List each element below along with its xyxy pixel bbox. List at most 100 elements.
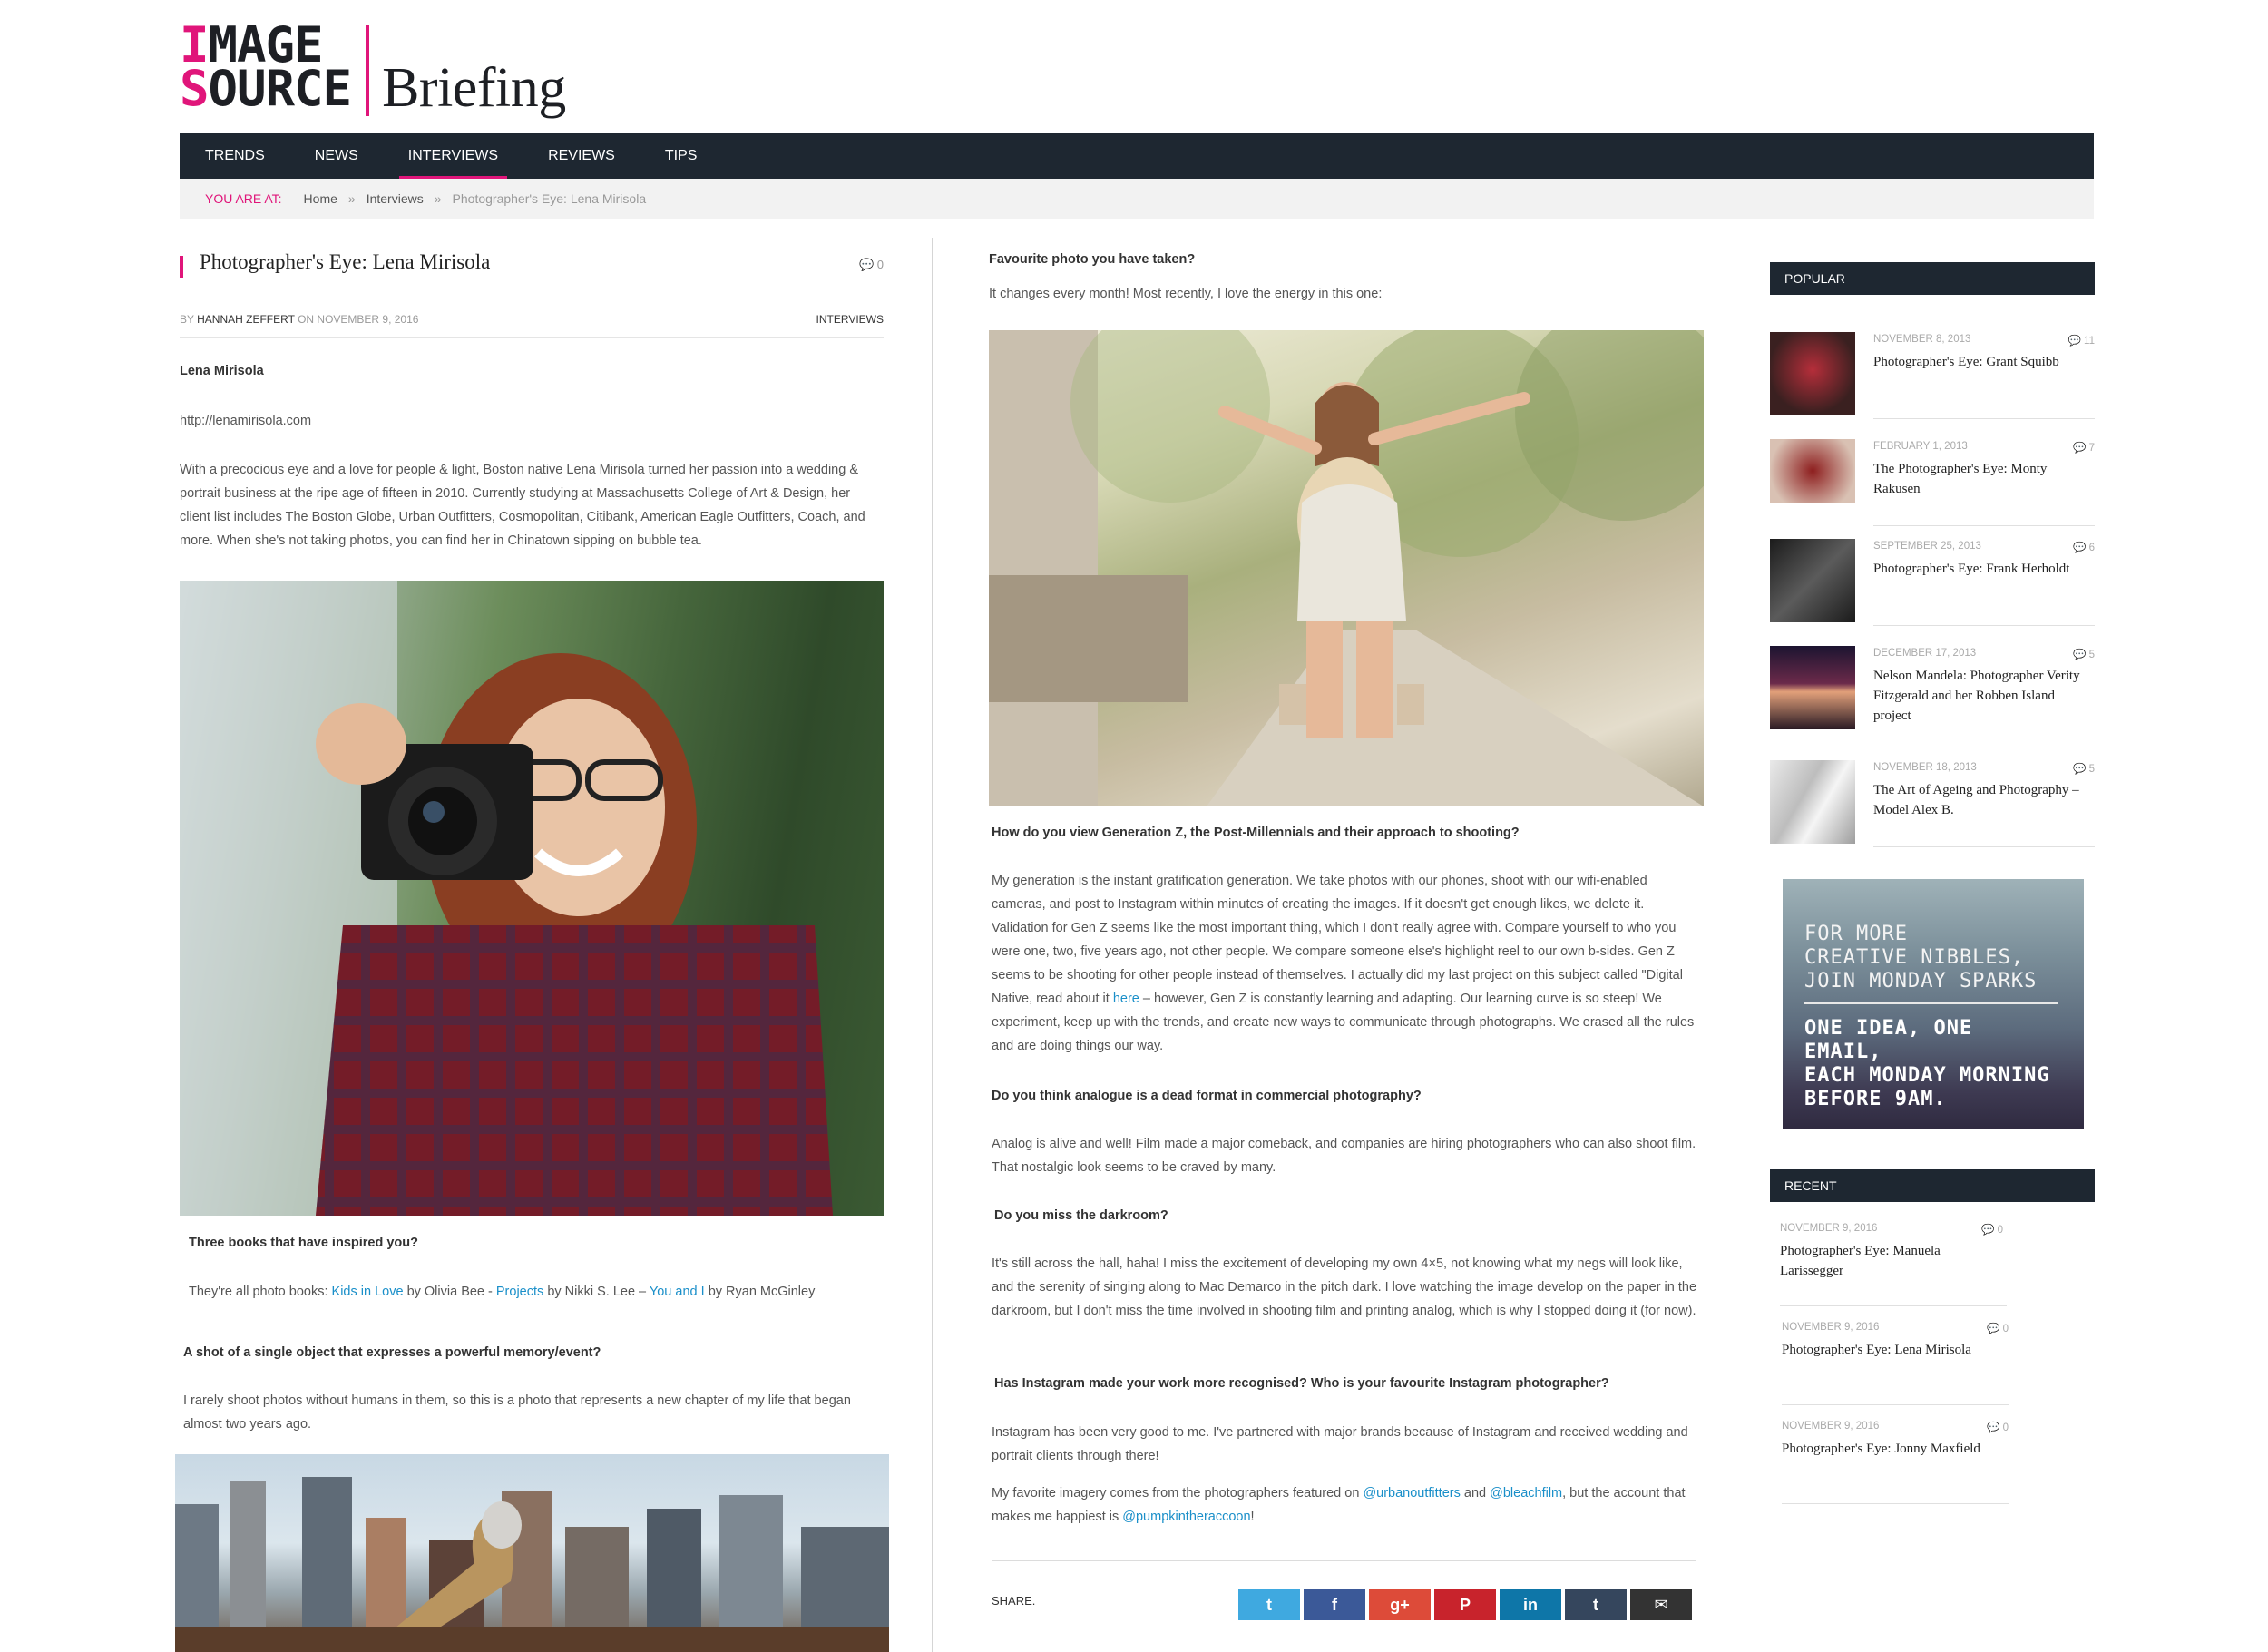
recent-item[interactable]: NOVEMBER 9, 2016 💬 0 Photographer's Eye:… (1782, 1322, 2009, 1413)
popular-item[interactable]: NOVEMBER 8, 2013 💬 11 Photographer's Eye… (1770, 332, 2095, 432)
logo-wordmark: IMAGE SOURCE (180, 16, 352, 117)
breadcrumb-label: YOU ARE AT: (205, 191, 282, 206)
comment-icon: 💬 (1981, 1225, 1998, 1236)
comment-count: 💬 6 (2073, 543, 2095, 553)
question-favourite-photo: Favourite photo you have taken? (989, 252, 1196, 267)
meta-divider (180, 337, 884, 338)
comment-count: 💬 11 (2068, 336, 2095, 347)
popular-item[interactable]: DECEMBER 17, 2013 💬 5 Nelson Mandela: Ph… (1770, 646, 2095, 760)
comment-count: 💬 7 (2073, 443, 2095, 454)
main-nav: TRENDS NEWS INTERVIEWS REVIEWS TIPS (180, 133, 2094, 179)
popular-title[interactable]: Photographer's Eye: Frank Herholdt (1873, 559, 2095, 579)
popular-title[interactable]: Photographer's Eye: Grant Squibb (1873, 352, 2095, 372)
email-icon: ✉ (1654, 1596, 1668, 1614)
article-column-left: Photographer's Eye: Lena Mirisola 💬 0 BY… (180, 238, 884, 338)
popular-thumbnail[interactable] (1770, 760, 1855, 844)
recent-title[interactable]: Photographer's Eye: Lena Mirisola (1782, 1340, 2009, 1360)
nav-item-tips[interactable]: TIPS (665, 133, 698, 179)
google-plus-icon: g+ (1390, 1596, 1410, 1614)
nav-item-trends[interactable]: TRENDS (205, 133, 265, 179)
skyline-illustration (175, 1477, 889, 1652)
share-label: SHARE. (992, 1594, 1036, 1608)
linkedin-icon: in (1523, 1596, 1538, 1614)
comment-count: 💬 5 (2073, 650, 2095, 660)
instagram-link-urbanoutfitters[interactable]: @urbanoutfitters (1363, 1486, 1460, 1500)
twitter-icon: t (1266, 1596, 1272, 1614)
pinterest-icon: P (1459, 1596, 1471, 1614)
answer-favourite-photo: It changes every month! Most recently, I… (989, 287, 1383, 301)
popular-title[interactable]: The Photographer's Eye: Monty Rakusen (1873, 459, 2095, 499)
post-title: Photographer's Eye: Lena Mirisola (200, 250, 491, 273)
linkedin-share-button[interactable]: in (1500, 1589, 1561, 1620)
breadcrumb: YOU ARE AT: Home » Interviews » Photogra… (180, 179, 2094, 219)
comment-icon: 💬 (2073, 764, 2089, 775)
breadcrumb-current: Photographer's Eye: Lena Mirisola (452, 191, 647, 206)
share-buttons: t f g+ P in t ✉ (1238, 1589, 1696, 1620)
comment-icon: 💬 (1987, 1422, 2003, 1433)
site-logo[interactable]: IMAGE SOURCE Briefing (180, 16, 566, 120)
comment-icon: 💬 (2073, 650, 2089, 660)
post-author[interactable]: HANNAH ZEFFERT (197, 313, 295, 326)
post-comment-count[interactable]: 💬 0 (859, 258, 884, 272)
popular-item[interactable]: NOVEMBER 18, 2013 💬 5 The Art of Ageing … (1770, 760, 2095, 860)
tumblr-share-button[interactable]: t (1565, 1589, 1627, 1620)
popular-title[interactable]: The Art of Ageing and Photography – Mode… (1873, 780, 2095, 820)
breadcrumb-separator: » (434, 191, 442, 206)
popular-item[interactable]: FEBRUARY 1, 2013 💬 7 The Photographer's … (1770, 439, 2095, 539)
recent-title[interactable]: Photographer's Eye: Manuela Larissegger (1780, 1241, 2007, 1281)
logo-divider (366, 25, 370, 116)
question-analogue: Do you think analogue is a dead format i… (992, 1089, 1422, 1103)
answer-single-object: I rarely shoot photos without humans in … (183, 1393, 851, 1432)
comment-icon: 💬 (2068, 336, 2085, 347)
book-link-you-and-i[interactable]: You and I (650, 1285, 705, 1299)
digital-native-link[interactable]: here (1113, 992, 1139, 1006)
monday-sparks-promo[interactable]: FOR MORE CREATIVE NIBBLES, JOIN MONDAY S… (1783, 879, 2084, 1129)
pinterest-share-button[interactable]: P (1434, 1589, 1496, 1620)
book-link-kids-in-love[interactable]: Kids in Love (332, 1285, 404, 1299)
nav-item-reviews[interactable]: REVIEWS (548, 133, 615, 179)
portrait-illustration (180, 581, 833, 1216)
answer-analogue: Analog is alive and well! Film made a ma… (992, 1137, 1696, 1175)
favourite-photo (989, 330, 1704, 806)
google-plus-share-button[interactable]: g+ (1369, 1589, 1431, 1620)
twitter-share-button[interactable]: t (1238, 1589, 1300, 1620)
breadcrumb-home-link[interactable]: Home (304, 179, 337, 219)
popular-item[interactable]: SEPTEMBER 25, 2013 💬 6 Photographer's Ey… (1770, 539, 2095, 639)
book-link-projects[interactable]: Projects (496, 1285, 543, 1299)
recent-item[interactable]: NOVEMBER 9, 2016 💬 0 Photographer's Eye:… (1780, 1223, 2007, 1314)
comment-count: 💬 5 (2073, 764, 2095, 775)
popular-thumbnail[interactable] (1770, 646, 1855, 729)
post-meta: BY HANNAH ZEFFERT ON NOVEMBER 9, 2016 IN… (180, 313, 884, 326)
answer-instagram: Instagram has been very good to me. I've… (992, 1425, 1688, 1463)
interviewee-website[interactable]: http://lenamirisola.com (180, 409, 311, 433)
post-date: ON NOVEMBER 9, 2016 (298, 313, 419, 326)
promo-divider (1804, 1002, 2058, 1004)
email-share-button[interactable]: ✉ (1630, 1589, 1692, 1620)
nav-item-news[interactable]: NEWS (315, 133, 358, 179)
comment-icon: 💬 (2073, 443, 2089, 454)
instagram-link-bleachfilm[interactable]: @bleachfilm (1490, 1486, 1562, 1500)
breadcrumb-section-link[interactable]: Interviews (367, 179, 424, 219)
answer-books: They're all photo books: Kids in Love by… (189, 1285, 816, 1299)
popular-title[interactable]: Nelson Mandela: Photographer Verity Fitz… (1873, 666, 2095, 726)
intro-paragraph: With a precocious eye and a love for peo… (180, 463, 865, 548)
question-darkroom: Do you miss the darkroom? (994, 1208, 1168, 1223)
instagram-link-pumpkintheraccoon[interactable]: @pumpkintheraccoon (1122, 1510, 1250, 1524)
answer-favourite-accounts: My favorite imagery comes from the photo… (992, 1486, 1686, 1524)
question-generation-z: How do you view Generation Z, the Post-M… (992, 826, 1520, 840)
popular-thumbnail[interactable] (1770, 332, 1855, 415)
post-category[interactable]: INTERVIEWS (816, 313, 884, 326)
recent-item[interactable]: NOVEMBER 9, 2016 💬 0 Photographer's Eye:… (1782, 1421, 2009, 1511)
popular-thumbnail[interactable] (1770, 539, 1855, 622)
answer-generation-z: My generation is the instant gratificati… (992, 874, 1695, 1053)
popular-thumbnail[interactable] (1770, 439, 1855, 503)
recent-title[interactable]: Photographer's Eye: Jonny Maxfield (1782, 1439, 2009, 1459)
breadcrumb-separator: » (347, 191, 356, 206)
comment-icon: 💬 (858, 258, 877, 271)
popular-heading: POPULAR (1770, 262, 2095, 295)
nav-item-interviews[interactable]: INTERVIEWS (398, 133, 508, 179)
share-divider (992, 1560, 1696, 1561)
facebook-share-button[interactable]: f (1304, 1589, 1365, 1620)
answer-darkroom: It's still across the hall, haha! I miss… (992, 1256, 1697, 1318)
portrait-photo (180, 581, 884, 1216)
